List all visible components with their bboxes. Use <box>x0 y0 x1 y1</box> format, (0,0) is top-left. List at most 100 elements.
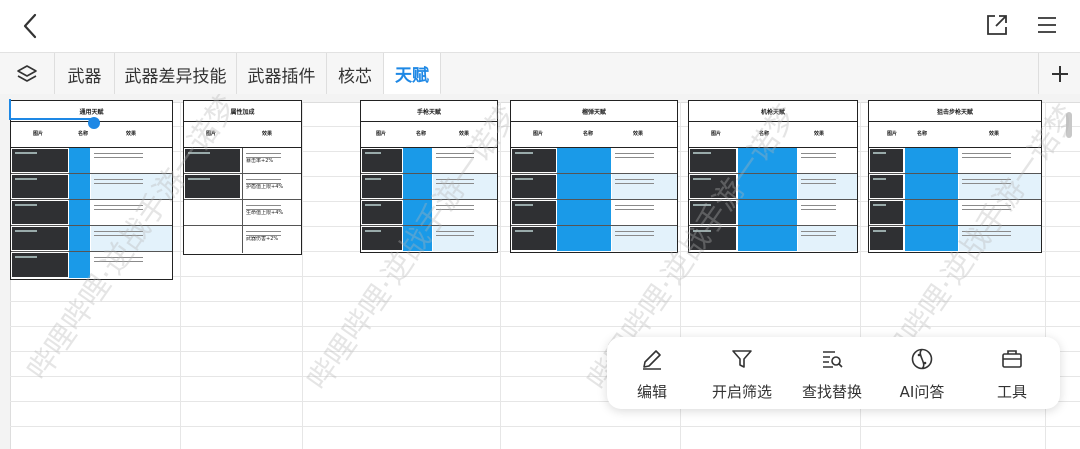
header-image: 图片 <box>33 131 44 137</box>
tab-talents[interactable]: 天赋 <box>384 53 441 95</box>
talent-image <box>512 227 556 250</box>
attribute-effect-cell: 暴击率+2% <box>242 148 301 173</box>
layers-button[interactable] <box>0 53 55 95</box>
talent-effect-cell <box>433 174 497 199</box>
attribute-effect-cell: 武器伤害+2% <box>242 226 301 253</box>
tab-weapon-skills[interactable]: 武器差异技能 <box>115 53 237 95</box>
table-row[interactable] <box>11 148 172 174</box>
table-row[interactable] <box>869 148 1041 174</box>
talent-image <box>12 149 68 172</box>
attribute-image <box>185 175 240 198</box>
attribute-effect-text: 武器伤害+2% <box>246 236 279 242</box>
talent-effect-cell <box>433 148 497 173</box>
tools-button[interactable]: 工具 <box>967 337 1057 409</box>
talent-name-cell <box>905 200 958 225</box>
find-replace-button[interactable]: 查找替换 <box>787 337 877 409</box>
table-row[interactable]: 武器伤害+2% <box>184 226 301 253</box>
table-row[interactable] <box>511 174 677 200</box>
table-row[interactable]: 暴击率+2% <box>184 148 301 174</box>
table-row[interactable] <box>689 174 857 200</box>
pistol-talents-table[interactable]: 手枪天赋 图片 名称 效果 <box>360 100 498 253</box>
table-row[interactable]: 护盾值上限+4% <box>184 174 301 200</box>
tab-weapons[interactable]: 武器 <box>55 53 115 95</box>
grenade-talents-table[interactable]: 榴弹天赋 图片 名称 效果 <box>510 100 678 253</box>
table-row[interactable] <box>361 174 497 200</box>
table-row[interactable] <box>11 226 172 252</box>
talent-effect-cell <box>91 200 172 225</box>
table-row[interactable] <box>869 226 1041 251</box>
talent-effect-cell <box>959 200 1041 225</box>
tab-cores[interactable]: 核芯 <box>327 53 384 95</box>
table-header: 图片 名称 效果 <box>869 121 1041 148</box>
table-row[interactable] <box>869 200 1041 226</box>
talent-name-cell <box>69 148 90 173</box>
talent-effect-cell <box>798 148 857 173</box>
talent-name-cell <box>69 252 90 278</box>
edit-button[interactable]: 编辑 <box>607 337 697 409</box>
floating-toolbar: 编辑 开启筛选 查找替换 AI问答 工具 <box>607 337 1060 409</box>
attribute-image <box>185 149 240 172</box>
table-row[interactable]: 生命值上限+4% <box>184 200 301 226</box>
table-row[interactable] <box>869 174 1041 200</box>
menu-button[interactable] <box>1032 10 1062 40</box>
talent-image <box>870 201 903 224</box>
filter-label: 开启筛选 <box>711 383 772 401</box>
vertical-scrollbar[interactable] <box>1066 112 1072 138</box>
table-row[interactable] <box>361 148 497 174</box>
header-name: 名称 <box>583 131 594 137</box>
share-button[interactable] <box>982 10 1012 40</box>
talent-effect-cell <box>433 200 497 225</box>
table-row[interactable] <box>511 148 677 174</box>
attribute-bonus-table[interactable]: 属性加成 图片 效果 暴击率+2% 护盾值上限+4% 生命值上限+4% 武器伤害… <box>183 100 302 255</box>
header-name: 名称 <box>917 131 928 137</box>
gridline <box>10 301 1080 302</box>
sniper-talents-table[interactable]: 狙击步枪天赋 图片 名称 效果 <box>868 100 1042 253</box>
talent-image <box>512 201 556 224</box>
talent-name-cell <box>69 174 90 199</box>
pencil-icon <box>643 350 661 370</box>
table-row[interactable] <box>11 252 172 278</box>
back-button[interactable] <box>14 8 46 44</box>
filter-button[interactable]: 开启筛选 <box>697 337 787 409</box>
gridline <box>500 102 501 449</box>
table-row[interactable] <box>11 174 172 200</box>
talent-name-cell <box>403 148 432 173</box>
talent-effect-cell <box>612 148 677 173</box>
selected-cell[interactable] <box>9 99 95 120</box>
talent-name-cell <box>403 200 432 225</box>
table-row[interactable] <box>689 200 857 226</box>
table-row[interactable] <box>11 200 172 226</box>
talent-image <box>12 175 68 198</box>
talent-image <box>362 227 402 250</box>
talent-effect-cell <box>91 148 172 173</box>
gridline <box>10 426 1080 427</box>
talent-name-cell <box>557 174 611 199</box>
talent-effect-cell <box>91 252 172 278</box>
table-row[interactable] <box>511 226 677 251</box>
machine-gun-talents-table[interactable]: 机枪天赋 图片 名称 效果 <box>688 100 858 253</box>
table-header: 图片 名称 效果 <box>361 121 497 148</box>
add-sheet-button[interactable] <box>1038 53 1080 95</box>
ai-qa-button[interactable]: AI问答 <box>877 337 967 409</box>
table-header: 图片 效果 <box>184 121 301 148</box>
table-row[interactable] <box>689 226 857 251</box>
selection-handle[interactable] <box>88 117 100 129</box>
table-row[interactable] <box>361 226 497 251</box>
talent-name-cell <box>905 226 958 251</box>
talent-effect-cell <box>433 226 497 251</box>
attribute-effect-cell: 护盾值上限+4% <box>242 174 301 199</box>
attribute-effect-cell: 生命值上限+4% <box>242 200 301 225</box>
talent-image <box>690 149 736 172</box>
talent-image <box>362 175 402 198</box>
open-external-icon <box>987 15 1007 35</box>
table-row[interactable] <box>689 148 857 174</box>
header-effect: 效果 <box>126 131 137 137</box>
back-arrow-icon <box>23 13 37 39</box>
talent-effect-cell <box>91 174 172 199</box>
talent-effect-cell <box>798 174 857 199</box>
tab-weapon-plugins[interactable]: 武器插件 <box>237 53 327 95</box>
top-bar <box>0 0 1080 52</box>
table-row[interactable] <box>511 200 677 226</box>
table-row[interactable] <box>361 200 497 226</box>
talent-image <box>690 175 736 198</box>
